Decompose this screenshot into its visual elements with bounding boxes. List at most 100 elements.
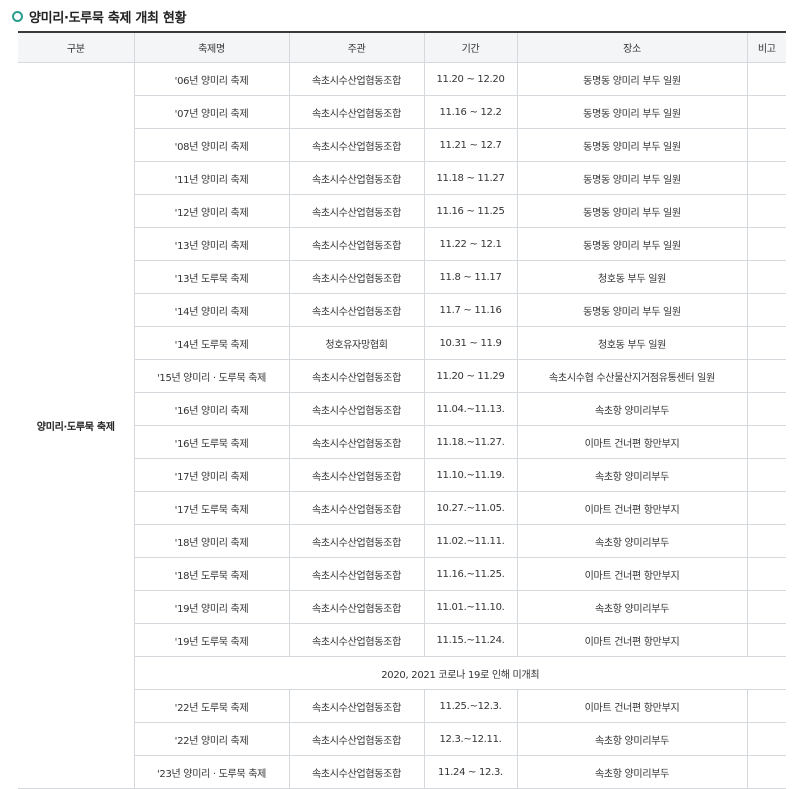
section-header: 양미리·도루묵 축제 개최 현황 xyxy=(12,6,187,26)
table-row: '17년 양미리 축제 속초시수산업협동조합 11.10.~11.19. 속초항 양미… xyxy=(18,458,786,492)
table-row: '08년 양미리 축제 속초시수산업협동조합 11.21 ~ 12.7 동명동 양미리… xyxy=(18,128,786,162)
note-cell xyxy=(746,491,786,525)
header-note: 비고 xyxy=(746,32,786,63)
festival-name-cell: '22년 양미리 축제 xyxy=(134,722,290,756)
table-row: '16년 도루묵 축제 속초시수산업협동조합 11.18.~11.27. 이마트 건너… xyxy=(18,425,786,459)
table-row: '13년 도루묵 축제 속초시수산업협동조합 11.8 ~ 11.17 청호동 부두 … xyxy=(18,260,786,294)
host-cell: 속초시수산업협동조합 xyxy=(288,755,425,789)
host-cell: 속초시수산업협동조합 xyxy=(288,689,425,723)
note-cell xyxy=(746,128,786,162)
note-cell xyxy=(746,425,786,459)
header-festival-name: 축제명 xyxy=(133,32,290,63)
place-cell: 이마트 건너편 항만부지 xyxy=(516,425,748,459)
host-cell: 속초시수산업협동조합 xyxy=(288,260,425,294)
host-cell: 속초시수산업협동조합 xyxy=(288,557,425,591)
place-cell: 동명동 양미리 부두 일원 xyxy=(516,227,748,261)
table-row: '16년 양미리 축제 속초시수산업협동조합 11.04.~11.13. 속초항 양미… xyxy=(18,392,786,426)
header-place: 장소 xyxy=(516,32,748,63)
page-title: 양미리·도루묵 축제 개최 현황 xyxy=(29,10,187,26)
table-body: 양미리·도루묵 축제 '06년 양미리 축제 속초시수산업협동조합 11.20 ~ 1… xyxy=(18,62,786,789)
header-category: 구분 xyxy=(18,32,135,63)
place-cell: 동명동 양미리 부두 일원 xyxy=(516,62,748,96)
festival-name-cell: '07년 양미리 축제 xyxy=(134,95,290,129)
period-cell: 11.21 ~ 12.7 xyxy=(423,128,518,162)
place-cell: 속초시수협 수산물산지거점유통센터 일원 xyxy=(516,359,748,393)
period-cell: 11.16 ~ 11.25 xyxy=(423,194,518,228)
period-cell: 11.18.~11.27. xyxy=(423,425,518,459)
table-row: '14년 양미리 축제 속초시수산업협동조합 11.7 ~ 11.16 동명동 양미리… xyxy=(18,293,786,327)
festival-name-cell: '19년 양미리 축제 xyxy=(134,590,290,624)
header-host: 주관 xyxy=(288,32,425,63)
table-row: '22년 양미리 축제 속초시수산업협동조합 12.3.~12.11. 속초항 양미리… xyxy=(18,722,786,756)
host-cell: 속초시수산업협동조합 xyxy=(288,392,425,426)
host-cell: 속초시수산업협동조합 xyxy=(288,227,425,261)
host-cell: 청호유자망협회 xyxy=(288,326,425,360)
note-cell xyxy=(746,359,786,393)
period-cell: 11.20 ~ 11.29 xyxy=(423,359,518,393)
host-cell: 속초시수산업협동조합 xyxy=(288,425,425,459)
place-cell: 속초항 양미리부두 xyxy=(516,524,748,558)
festival-name-cell: '11년 양미리 축제 xyxy=(134,161,290,195)
festival-name-cell: '13년 양미리 축제 xyxy=(134,227,290,261)
festival-history-table: 구분 축제명 주관 기간 장소 비고 양미리·도루묵 축제 '06년 양미리 축제… xyxy=(18,31,786,789)
place-cell: 동명동 양미리 부두 일원 xyxy=(516,194,748,228)
note-cell xyxy=(746,227,786,261)
note-cell xyxy=(746,722,786,756)
period-cell: 11.04.~11.13. xyxy=(423,392,518,426)
notice-cell: 2020, 2021 코로나 19로 인해 미개최 xyxy=(134,656,786,690)
host-cell: 속초시수산업협동조합 xyxy=(288,524,425,558)
host-cell: 속초시수산업협동조합 xyxy=(288,95,425,129)
note-cell xyxy=(746,161,786,195)
note-cell xyxy=(746,293,786,327)
place-cell: 속초항 양미리부두 xyxy=(516,458,748,492)
note-cell xyxy=(746,755,786,789)
table-row: '19년 도루묵 축제 속초시수산업협동조합 11.15.~11.24. 이마트 건너… xyxy=(18,623,786,657)
host-cell: 속초시수산업협동조합 xyxy=(288,128,425,162)
note-cell xyxy=(746,62,786,96)
place-cell: 청호동 부두 일원 xyxy=(516,326,748,360)
festival-name-cell: '16년 도루묵 축제 xyxy=(134,425,290,459)
host-cell: 속초시수산업협동조합 xyxy=(288,458,425,492)
place-cell: 이마트 건너편 항만부지 xyxy=(516,491,748,525)
note-cell xyxy=(746,194,786,228)
note-cell xyxy=(746,524,786,558)
host-cell: 속초시수산업협동조합 xyxy=(288,161,425,195)
period-cell: 11.20 ~ 12.20 xyxy=(423,62,518,96)
place-cell: 동명동 양미리 부두 일원 xyxy=(516,161,748,195)
festival-name-cell: '17년 도루묵 축제 xyxy=(134,491,290,525)
festival-name-cell: '18년 양미리 축제 xyxy=(134,524,290,558)
place-cell: 속초항 양미리부두 xyxy=(516,590,748,624)
period-cell: 11.7 ~ 11.16 xyxy=(423,293,518,327)
festival-name-cell: '08년 양미리 축제 xyxy=(134,128,290,162)
host-cell: 속초시수산업협동조합 xyxy=(288,722,425,756)
table-row: '17년 도루묵 축제 속초시수산업협동조합 10.27.~11.05. 이마트 건너… xyxy=(18,491,786,525)
place-cell: 청호동 부두 일원 xyxy=(516,260,748,294)
host-cell: 속초시수산업협동조합 xyxy=(288,623,425,657)
category-cell: 양미리·도루묵 축제 xyxy=(18,62,135,789)
note-cell xyxy=(746,590,786,624)
table-row: '07년 양미리 축제 속초시수산업협동조합 11.16 ~ 12.2 동명동 양미리… xyxy=(18,95,786,129)
note-cell xyxy=(746,458,786,492)
place-cell: 속초항 양미리부두 xyxy=(516,722,748,756)
period-cell: 11.22 ~ 12.1 xyxy=(423,227,518,261)
note-cell xyxy=(746,557,786,591)
table-header-row: 구분 축제명 주관 기간 장소 비고 xyxy=(18,32,786,63)
festival-name-cell: '17년 양미리 축제 xyxy=(134,458,290,492)
place-cell: 속초항 양미리부두 xyxy=(516,755,748,789)
period-cell: 11.01.~11.10. xyxy=(423,590,518,624)
festival-name-cell: '19년 도루묵 축제 xyxy=(134,623,290,657)
table-row: '23년 양미리 · 도루묵 축제 속초시수산업협동조합 11.24 ~ 12.3.… xyxy=(18,755,786,789)
host-cell: 속초시수산업협동조합 xyxy=(288,194,425,228)
festival-name-cell: '16년 양미리 축제 xyxy=(134,392,290,426)
place-cell: 속초항 양미리부두 xyxy=(516,392,748,426)
period-cell: 11.24 ~ 12.3. xyxy=(423,755,518,789)
note-cell xyxy=(746,392,786,426)
circle-bullet-icon xyxy=(12,10,23,22)
place-cell: 동명동 양미리 부두 일원 xyxy=(516,293,748,327)
host-cell: 속초시수산업협동조합 xyxy=(288,590,425,624)
table-row: '22년 도루묵 축제 속초시수산업협동조합 11.25.~12.3. 이마트 건너편… xyxy=(18,689,786,723)
period-cell: 11.10.~11.19. xyxy=(423,458,518,492)
note-cell xyxy=(746,689,786,723)
table-row: '18년 양미리 축제 속초시수산업협동조합 11.02.~11.11. 속초항 양미… xyxy=(18,524,786,558)
festival-name-cell: '23년 양미리 · 도루묵 축제 xyxy=(134,755,290,789)
